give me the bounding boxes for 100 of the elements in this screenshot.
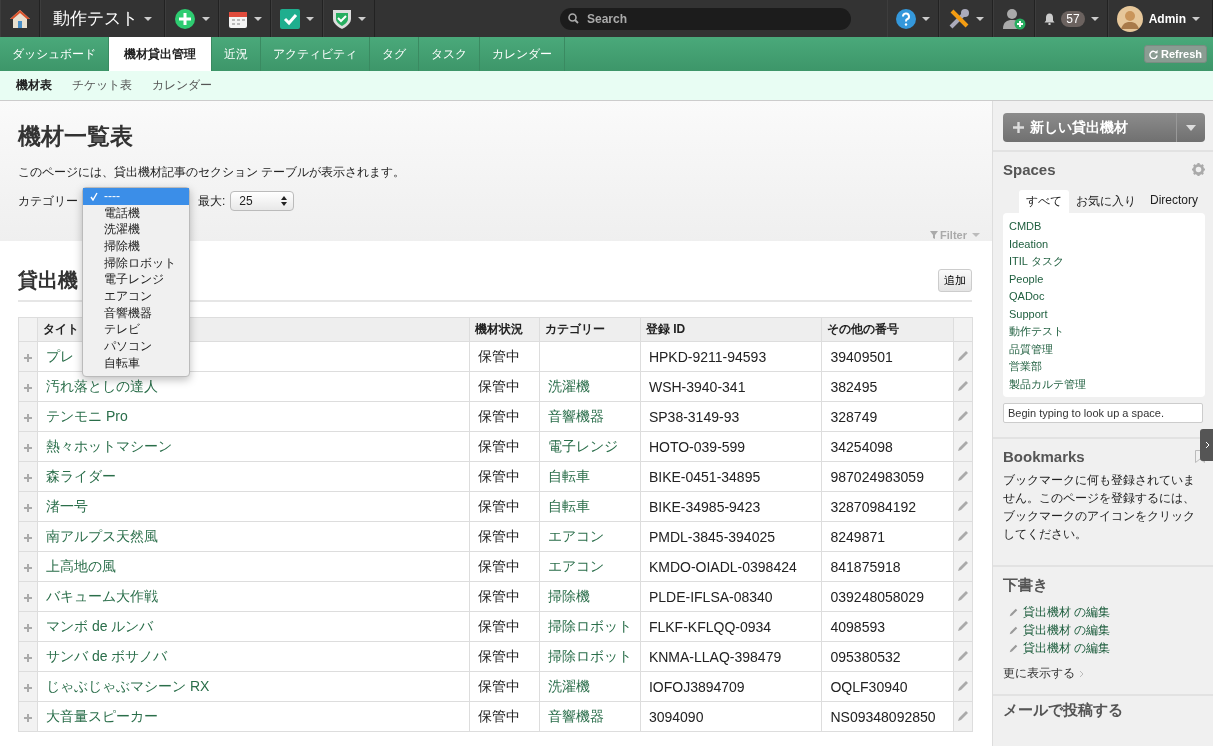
space-link[interactable]: Support — [1009, 305, 1199, 323]
new-item-button[interactable]: 新しい貸出機材 — [1003, 113, 1205, 142]
nav-tab[interactable]: 機材貸出管理 — [109, 37, 212, 71]
expand-icon[interactable] — [24, 683, 32, 692]
category-link[interactable]: 自転車 — [539, 491, 641, 522]
expand-icon[interactable] — [24, 473, 32, 482]
space-link[interactable]: CMDB — [1009, 218, 1199, 236]
category-link[interactable]: 洗濯機 — [539, 671, 641, 702]
add-button[interactable]: 追加 — [938, 269, 972, 292]
space-link[interactable]: 品質管理 — [1009, 340, 1199, 358]
pencil-icon[interactable] — [956, 529, 969, 542]
table-cell: HPKD-9211-94593 — [640, 341, 822, 372]
spaces-tab[interactable]: お気に入り — [1069, 190, 1143, 213]
pencil-icon[interactable] — [956, 379, 969, 392]
column-header: 登録 ID — [640, 317, 822, 342]
draft-link[interactable]: 貸出機材 の編集 — [1023, 639, 1111, 657]
pencil-icon[interactable] — [956, 439, 969, 452]
show-more-link[interactable]: 更に表示する — [1003, 665, 1205, 682]
dropdown-option[interactable]: 電話機 — [83, 204, 189, 222]
space-link[interactable]: ITIL タスク — [1009, 253, 1199, 271]
category-link[interactable]: 音響機器 — [539, 401, 641, 432]
category-label: カテゴリー — [18, 192, 78, 210]
pencil-icon[interactable] — [956, 589, 969, 602]
table-cell: 保管中 — [469, 461, 540, 492]
title-link[interactable]: テンモニ Pro — [37, 401, 470, 432]
tasks-menu[interactable] — [271, 0, 323, 37]
dropdown-option[interactable]: 掃除機 — [83, 238, 189, 255]
expand-icon[interactable] — [24, 713, 32, 722]
settings-icon[interactable] — [1192, 163, 1205, 176]
category-link[interactable]: 掃除ロボット — [539, 641, 641, 672]
category-link[interactable]: エアコン — [539, 521, 641, 552]
pencil-icon[interactable] — [956, 709, 969, 722]
category-link[interactable]: 洗濯機 — [539, 371, 641, 402]
spaces-tab[interactable]: Directory — [1143, 190, 1205, 213]
pencil-icon[interactable] — [956, 409, 969, 422]
pencil-icon[interactable] — [956, 649, 969, 662]
title-link[interactable]: バキューム大作戦 — [37, 581, 470, 612]
table-cell: 39409501 — [822, 341, 954, 372]
title-link[interactable]: じゃぶじゃぶマシーン RX — [37, 671, 470, 702]
expand-icon[interactable] — [24, 563, 32, 572]
title-link[interactable]: 南アルプス天然風 — [37, 521, 470, 552]
space-link[interactable]: 動作テスト — [1009, 323, 1199, 341]
sub-tab[interactable]: 機材表 — [16, 77, 52, 94]
expand-icon[interactable] — [24, 353, 32, 362]
space-link[interactable]: QADoc — [1009, 288, 1199, 306]
title-link[interactable]: 大音量スピーカー — [37, 701, 470, 732]
title-link[interactable]: マンボ de ルンバ — [37, 611, 470, 642]
category-link[interactable]: 電子レンジ — [539, 431, 641, 462]
expand-icon[interactable] — [24, 413, 32, 422]
space-link[interactable]: Ideation — [1009, 235, 1199, 253]
space-link[interactable]: 製品カルテ管理 — [1009, 375, 1199, 393]
category-link[interactable]: 掃除ロボット — [539, 611, 641, 642]
draft-link[interactable]: 貸出機材 の編集 — [1023, 603, 1111, 621]
space-link[interactable]: 営業部 — [1009, 358, 1199, 376]
sub-tab[interactable]: カレンダー — [152, 77, 212, 94]
title-link[interactable]: 渚一号 — [37, 491, 470, 522]
expand-icon[interactable] — [24, 503, 32, 512]
expand-icon[interactable] — [24, 383, 32, 392]
search-input[interactable]: Search — [585, 10, 843, 27]
title-link[interactable]: サンバ de ボサノバ — [37, 641, 470, 672]
expand-icon[interactable] — [24, 533, 32, 542]
space-link[interactable]: People — [1009, 270, 1199, 288]
pencil-icon[interactable] — [956, 619, 969, 632]
sidebar-toggle[interactable] — [1200, 429, 1213, 461]
table-cell: 保管中 — [469, 401, 540, 432]
shield-icon — [332, 7, 352, 30]
dropdown-option[interactable]: 自転車 — [83, 354, 189, 372]
pencil-icon[interactable] — [956, 559, 969, 572]
category-link[interactable]: エアコン — [539, 551, 641, 582]
category-link[interactable]: 掃除機 — [539, 581, 641, 612]
pencil-icon[interactable] — [956, 469, 969, 482]
title-link[interactable]: 上高地の風 — [37, 551, 470, 582]
sub-tab[interactable]: チケット表 — [72, 77, 132, 94]
dropdown-option[interactable]: テレビ — [83, 321, 189, 339]
max-select[interactable]: 25 — [230, 191, 295, 211]
pencil-icon[interactable] — [956, 499, 969, 512]
title-link[interactable]: 熱々ホットマシーン — [37, 431, 470, 462]
spaces-tab[interactable]: すべて — [1019, 190, 1069, 213]
expand-icon[interactable] — [24, 593, 32, 602]
expand-icon[interactable] — [24, 623, 32, 632]
category-link[interactable]: 自転車 — [539, 461, 641, 492]
category-link[interactable]: 音響機器 — [539, 701, 641, 732]
search-bar[interactable]: Search — [560, 7, 851, 30]
table-cell: 8249871 — [822, 521, 954, 552]
pencil-icon[interactable] — [956, 679, 969, 692]
table-cell: SP38-3149-93 — [640, 401, 822, 432]
space-search-field[interactable]: Begin typing to look up a space. — [1003, 403, 1203, 423]
draft-link[interactable]: 貸出機材 の編集 — [1023, 621, 1111, 639]
expand-icon[interactable] — [24, 443, 32, 452]
table-cell: 保管中 — [469, 521, 540, 552]
dropdown-option[interactable]: エアコン — [83, 288, 189, 305]
title-link[interactable]: 汚れ落としの達人 — [37, 371, 470, 402]
dropdown-option[interactable]: 電子レンジ — [83, 271, 189, 289]
dropdown-option[interactable]: 洗濯機 — [83, 221, 189, 239]
avatar-icon — [1116, 5, 1143, 32]
table-cell: 保管中 — [469, 371, 540, 402]
pencil-icon[interactable] — [956, 349, 969, 362]
dropdown-option[interactable]: 掃除ロボット — [83, 254, 189, 272]
expand-icon[interactable] — [24, 653, 32, 662]
title-link[interactable]: 森ライダー — [37, 461, 470, 492]
